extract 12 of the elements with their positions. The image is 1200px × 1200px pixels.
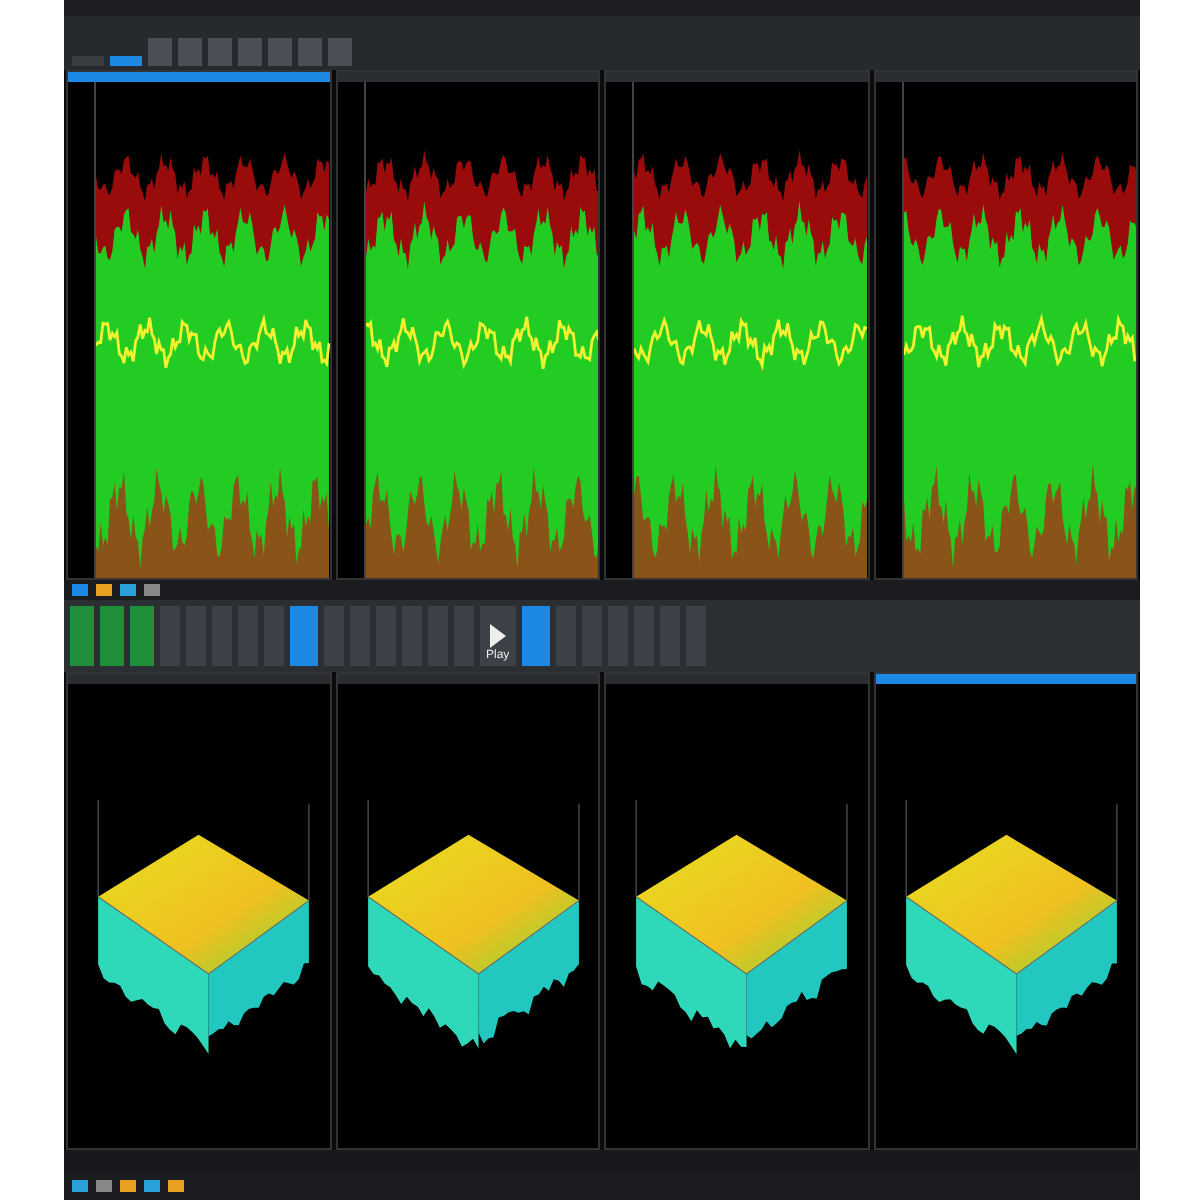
panel-tab[interactable] — [875, 72, 1136, 82]
panel-tab[interactable] — [337, 72, 598, 82]
tool-icon[interactable] — [70, 606, 94, 666]
panel-tab[interactable] — [606, 72, 867, 82]
panel-tab[interactable] — [875, 674, 1136, 684]
panel-tab[interactable] — [68, 72, 329, 82]
panel-tab[interactable] — [68, 674, 329, 684]
tool-icon[interactable] — [130, 606, 154, 666]
panel-tab[interactable] — [606, 674, 867, 684]
tool-icon[interactable] — [100, 606, 124, 666]
ribbon-tab[interactable] — [110, 56, 142, 66]
play-icon — [489, 624, 506, 648]
